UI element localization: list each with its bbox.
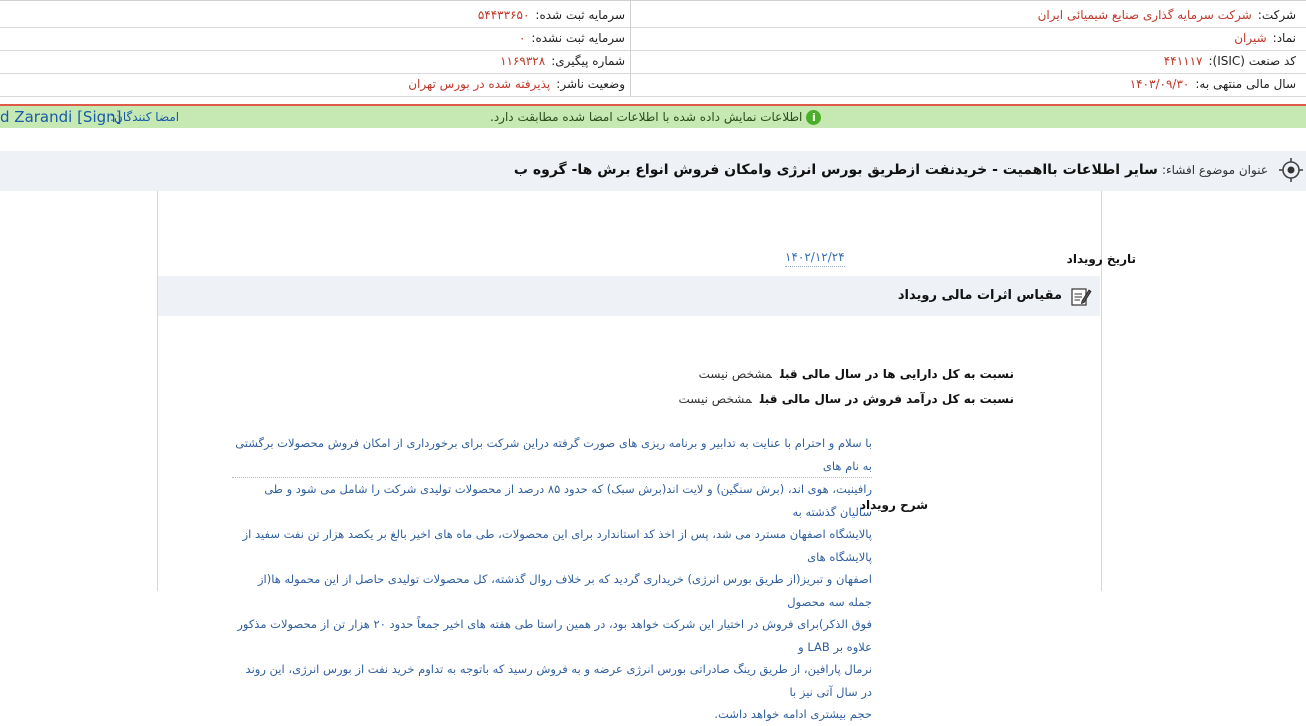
event-date-label: تاریخ رویداد [1066,252,1136,266]
company-cell: شرکت: شرکت سرمایه گذاری صنایع شیمیائی ایر… [1038,4,1296,27]
info-icon: i [806,110,822,125]
financial-effects-title: مقیاس اثرات مالی رویداد [897,288,1062,303]
subject-bar: عنوان موضوع افشاء:سایر اطلاعات بااهمیت -… [0,151,1306,191]
ratio-revenue: نسبت به کل درآمد فروش در سال مالی قبل مشخ… [679,392,1014,406]
ratio-assets: نسبت به کل دارایی ها در سال مالی قبل مشخص… [699,367,1014,381]
info-row-isic: کد صنعت (ISIC): ۴۴۱۱۱۷ شماره پیگیری: ۱۱۶۹۳… [0,50,1306,74]
company-label: شرکت: [1257,8,1296,22]
tracking-value: ۱۱۶۹۳۲۸ [500,54,546,68]
tracking-label: شماره پیگیری: [551,54,625,68]
unregistered-capital-value: ۰ [518,31,526,45]
verification-text: اطلاعات نمایش داده شده با اطلاعات امضا ش… [490,110,803,124]
financial-effects-section-header: مقیاس اثرات مالی رویداد [158,276,1100,316]
info-row-fiscal: سال مالی منتهی به: ۱۴۰۳/۰۹/۳۰ وضعیت ناشر:… [0,73,1306,97]
unregistered-capital-cell: سرمایه ثبت نشده: ۰ [519,27,625,50]
registered-capital-value: ۵۴۴۳۳۶۵۰ [477,8,530,22]
column-divider [630,0,631,96]
event-date-value: ۱۴۰۲/۱۲/۲۴ [785,250,845,267]
top-border [0,0,1306,1]
signers-label: امضا کنندگان: [110,110,180,124]
publisher-status-label: وضعیت ناشر: [556,77,625,91]
symbol-value: شیران [1234,31,1267,45]
description-line: پالایشگاه اصفهان مسترد می شد، پس از اخذ … [242,527,872,564]
unregistered-capital-label: سرمایه ثبت نشده: [531,31,625,45]
fiscal-year-value: ۱۴۰۳/۰۹/۳۰ [1129,77,1190,91]
company-value: شرکت سرمایه گذاری صنایع شیمیائی ایران [1037,8,1252,22]
verification-banner: d Zarandi [Sign] امضا کنندگان: iاطلاعات … [0,106,1306,128]
isic-cell: کد صنعت (ISIC): ۴۴۱۱۱۷ [1164,50,1296,73]
info-row-symbol: نماد: شیران سرمایه ثبت نشده: ۰ [0,27,1306,51]
subject-value: سایر اطلاعات بااهمیت - خریدنفت ازطریق بو… [513,162,1158,178]
verification-message: iاطلاعات نمایش داده شده با اطلاعات امضا … [490,106,822,128]
ratio-assets-label: نسبت به کل دارایی ها در سال مالی قبل [780,367,1014,381]
isic-label: کد صنعت (ISIC): [1208,54,1296,68]
signer-name-link[interactable]: d Zarandi [Sign] [0,106,122,128]
publisher-status-value: پذیرفته شده در بورس تهران [408,77,551,91]
description-line: فوق الذکر)برای فروش در اختیار این شرکت خ… [237,617,872,654]
info-row-company: شرکت: شرکت سرمایه گذاری صنایع شیمیائی ایر… [0,4,1306,28]
subject-label: عنوان موضوع افشاء: [1161,163,1268,177]
description-line: رافینیت، هوی اند، (برش سنگین) و لایت اند… [264,482,872,519]
publisher-status-cell: وضعیت ناشر: پذیرفته شده در بورس تهران [408,73,625,96]
registered-capital-label: سرمایه ثبت شده: [535,8,625,22]
edit-document-icon [1071,288,1092,306]
ratio-revenue-value: مشخص نیست [678,392,752,406]
tracking-cell: شماره پیگیری: ۱۱۶۹۳۲۸ [500,50,625,73]
ratio-assets-value: مشخص نیست [698,367,772,381]
isic-value: ۴۴۱۱۱۷ [1163,54,1203,68]
registered-capital-cell: سرمایه ثبت شده: ۵۴۴۳۳۶۵۰ [478,4,625,27]
fiscal-year-cell: سال مالی منتهی به: ۱۴۰۳/۰۹/۳۰ [1130,73,1296,96]
description-text: با سلام و احترام با عنایت به تدابیر و بر… [232,432,872,726]
symbol-label: نماد: [1272,31,1296,45]
symbol-cell: نماد: شیران [1234,27,1296,50]
subject-text: عنوان موضوع افشاء:سایر اطلاعات بااهمیت -… [514,151,1268,189]
fiscal-year-label: سال مالی منتهی به: [1195,77,1296,91]
ratio-revenue-label: نسبت به کل درآمد فروش در سال مالی قبل [759,392,1014,406]
target-icon [1279,158,1303,182]
description-line: حجم بیشتری ادامه خواهد داشت. [714,707,872,721]
description-line: نرمال پارافین، از طریق رینگ صادراتی بورس… [245,662,872,699]
description-line: با سلام و احترام با عنایت به تدابیر و بر… [235,436,872,473]
